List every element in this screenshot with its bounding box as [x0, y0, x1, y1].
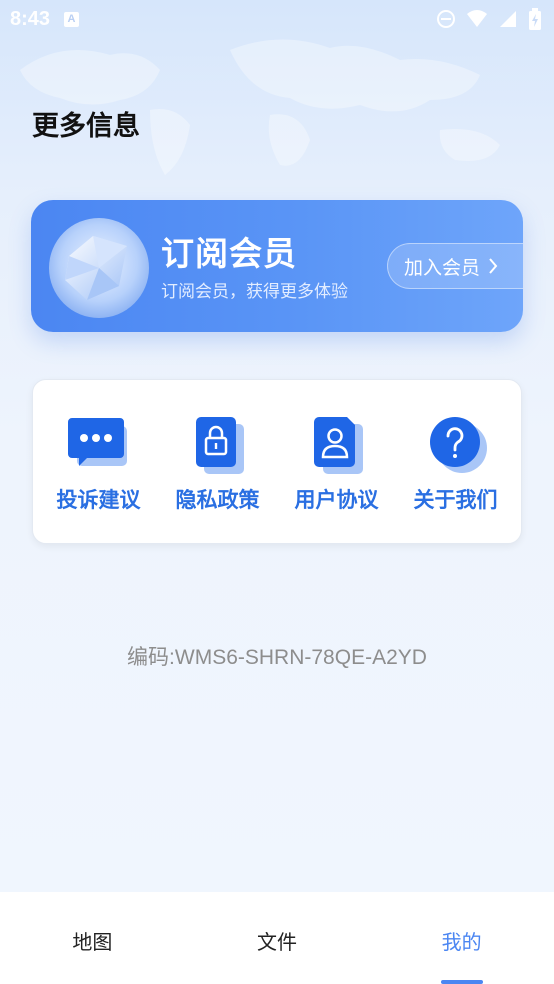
- link-privacy[interactable]: 隐私政策: [159, 416, 277, 514]
- status-bar: 8:43 A: [0, 0, 554, 38]
- tab-mine[interactable]: 我的: [369, 892, 554, 984]
- link-label: 隐私政策: [175, 488, 260, 512]
- status-right: [436, 8, 542, 30]
- page-title: 更多信息: [32, 111, 140, 142]
- link-label: 投诉建议: [56, 488, 141, 512]
- tab-map-label: 地图: [72, 930, 113, 954]
- active-tab-indicator: [440, 980, 483, 984]
- member-card[interactable]: 订阅会员 订阅会员，获得更多体验 加入会员: [31, 200, 523, 332]
- join-member-button[interactable]: 加入会员: [387, 243, 523, 289]
- user-document-icon: [313, 417, 363, 474]
- member-title: 订阅会员: [161, 234, 297, 273]
- battery-icon: [529, 8, 541, 30]
- do-not-disturb-icon: [437, 10, 455, 28]
- question-icon: [429, 417, 487, 473]
- link-label: 关于我们: [413, 488, 498, 512]
- status-time: 8:43: [10, 7, 51, 30]
- tab-mine-label: 我的: [441, 930, 482, 954]
- link-user-agreement[interactable]: 用户协议: [278, 416, 396, 514]
- member-subtitle: 订阅会员，获得更多体验: [161, 282, 348, 302]
- device-code: 编码:WMS6-SHRN-78QE-A2YD: [127, 646, 427, 669]
- bottom-nav: 地图 文件 我的: [0, 892, 554, 984]
- quick-links-card: 投诉建议 隐私政策 用户协议 关于我们: [32, 379, 522, 544]
- chat-bubble-icon: [67, 418, 127, 466]
- link-about-us[interactable]: 关于我们: [397, 416, 515, 514]
- status-left: 8:43 A: [10, 7, 80, 31]
- a-icon: A: [64, 11, 80, 27]
- tab-files[interactable]: 文件: [185, 892, 370, 984]
- link-label: 用户协议: [294, 488, 379, 512]
- join-member-label: 加入会员: [404, 256, 481, 279]
- lock-icon: [195, 417, 244, 474]
- wifi-icon: [467, 10, 487, 27]
- chevron-right-icon: [489, 258, 498, 274]
- diamond-icon: [49, 218, 149, 318]
- tab-files-label: 文件: [257, 930, 297, 954]
- signal-icon: [500, 11, 516, 27]
- link-feedback[interactable]: 投诉建议: [40, 416, 158, 514]
- tab-map[interactable]: 地图: [0, 892, 185, 984]
